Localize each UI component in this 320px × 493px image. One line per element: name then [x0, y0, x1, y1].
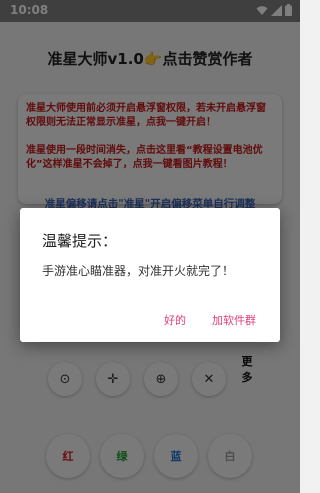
join-group-button[interactable]: 加软件群 — [212, 312, 256, 328]
alert-dialog: 温馨提示： 手游准心瞄准器，对准开火就完了！ 好的 加软件群 — [20, 208, 280, 342]
dialog-message: 手游准心瞄准器，对准开火就完了！ — [42, 264, 235, 278]
ok-button[interactable]: 好的 — [164, 312, 186, 328]
dialog-title: 温馨提示： — [42, 232, 118, 250]
